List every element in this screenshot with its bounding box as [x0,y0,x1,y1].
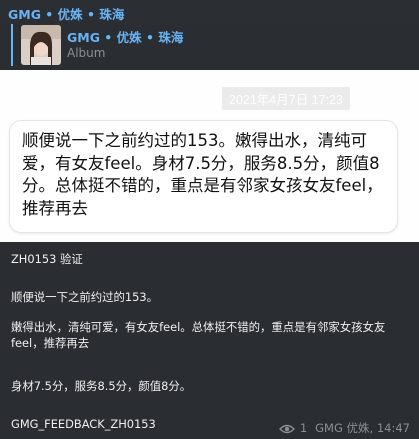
author-time: GMG 优姝, 14:47 [315,421,410,435]
date-badge: 2021年4月7日 17:23 [222,87,350,110]
view-count: 1 [299,421,308,435]
channel-name[interactable]: GMG • 优姝 • 珠海 [8,4,124,23]
album-thumbnail-image [21,25,61,65]
reply-preview[interactable]: GMG • 优姝 • 珠海 Album [11,24,311,66]
caption-code-line: ZH0153 验证 [11,252,83,266]
reply-subtitle: Album [67,46,106,60]
caption-tag[interactable]: GMG_FEEDBACK_ZH0153 [11,416,156,432]
caption-line-3: 身材7.5分，服务8.5分，颜值8分。 [11,379,192,393]
reply-title: GMG • 优姝 • 珠海 [67,30,184,45]
album-thumbnail[interactable] [21,25,61,65]
reply-accent-bar [11,24,13,66]
caption-line-1: 顺便说一下之前约过的153。 [11,290,159,304]
message-bubble: 顺便说一下之前约过的153。嫩得出水，清纯可爱，有女友feel。身材7.5分，服… [9,120,398,233]
photo-card[interactable]: 2021年4月7日 17:23 顺便说一下之前约过的153。嫩得出水，清纯可爱，… [0,70,419,242]
chat-header: GMG • 优姝 • 珠海 [0,0,419,25]
eye-icon [278,423,295,434]
message-text: 顺便说一下之前约过的153。嫩得出水，清纯可爱，有女友feel。身材7.5分，服… [22,131,383,218]
message-meta: 1 GMG 优姝, 14:47 [278,420,410,436]
caption-line-2: 嫩得出水，清纯可爱，有女友feel。总体挺不错的，重点是有邻家女孩女友feel，… [11,320,386,350]
